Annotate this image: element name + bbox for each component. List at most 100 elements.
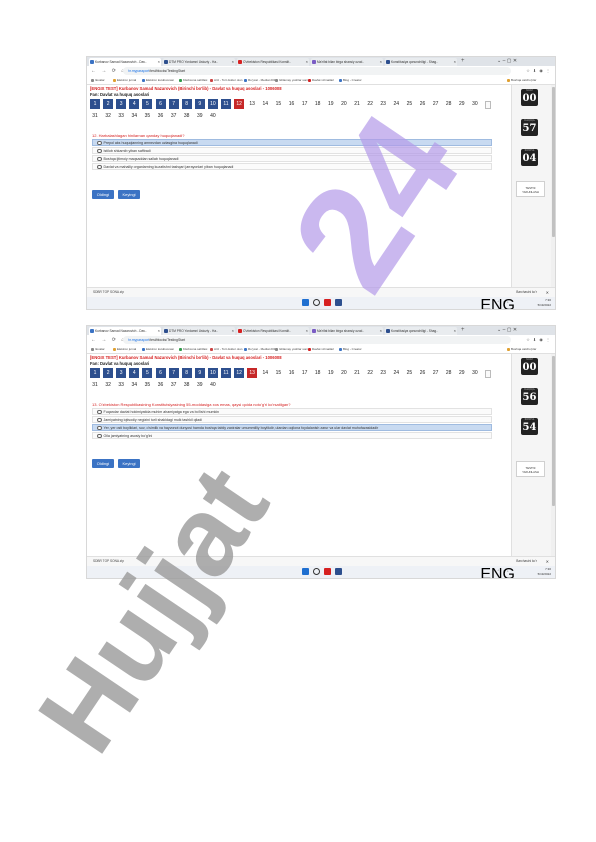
tab-close-icon[interactable]: × <box>454 327 456 335</box>
question-number-button[interactable]: 24 <box>391 368 401 378</box>
radio-icon[interactable] <box>97 425 102 430</box>
answer-option[interactable]: Davlat va mahalliy organlarning kuzatish… <box>92 163 492 170</box>
tab-close-icon[interactable]: × <box>232 58 234 66</box>
bookmark-item[interactable]: Blog - Creator <box>339 77 362 83</box>
bookmark-item[interactable]: Ilovalar <box>91 77 105 83</box>
system-clock[interactable]: 7:30 5/19/2022 <box>538 567 551 577</box>
browser-tab[interactable]: Ma'rifat bilan birga shaxsiy ozod.. × <box>311 327 383 335</box>
previous-button[interactable]: Oldingi <box>92 190 114 199</box>
download-item[interactable]: SDBR TOP SONA.zip <box>93 558 124 565</box>
question-number-button[interactable]: 33 <box>116 111 126 121</box>
next-button[interactable]: Keyingi <box>118 190 140 199</box>
bookmark-item[interactable]: Elektron jurnal <box>113 346 136 352</box>
question-number-button[interactable]: 32 <box>103 380 113 390</box>
browser-tab[interactable]: Kurbanov Samad Nazarovich - Dav.. × <box>89 58 161 66</box>
answer-option[interactable]: Fuqarolar davlat hokimiyatida muhim aham… <box>92 408 492 415</box>
radio-icon[interactable] <box>97 409 102 414</box>
tab-close-icon[interactable]: × <box>158 58 160 66</box>
browser-actions-icon[interactable]: ☆ ⬇ ◉ ⋮ <box>526 336 551 344</box>
bookmark-item[interactable]: Boshqa xatcho'plar <box>507 77 536 83</box>
system-clock[interactable]: 7:30 5/19/2022 <box>538 298 551 308</box>
question-scroll-handle[interactable] <box>485 370 491 378</box>
finish-test-button[interactable]: TESTNI YAKUNLASH <box>516 461 545 477</box>
question-number-button[interactable]: 16 <box>287 99 297 109</box>
question-number-button[interactable]: 32 <box>103 111 113 121</box>
question-number-button[interactable]: 21 <box>352 99 362 109</box>
question-number-button[interactable]: 40 <box>208 111 218 121</box>
question-number-button[interactable]: 22 <box>365 99 375 109</box>
question-number-button[interactable]: 27 <box>431 368 441 378</box>
search-icon[interactable] <box>313 568 320 575</box>
question-number-button[interactable]: 9 <box>194 368 205 378</box>
radio-icon[interactable] <box>97 156 102 161</box>
tab-close-icon[interactable]: × <box>158 327 160 335</box>
file-explorer-icon[interactable] <box>335 568 342 575</box>
question-number-button[interactable]: 40 <box>208 380 218 390</box>
close-downloads-icon[interactable]: ✕ <box>546 289 549 296</box>
question-number-button[interactable]: 22 <box>365 368 375 378</box>
browser-tab[interactable]: O'zbekiston Respublikasi Konstit.. × <box>237 327 309 335</box>
bookmark-item[interactable]: Blog - Creator <box>339 346 362 352</box>
question-number-button[interactable]: 36 <box>156 111 166 121</box>
question-number-button[interactable]: 11 <box>221 99 231 109</box>
answer-option[interactable]: Boshqa ijtimoiy maqsaddan sallab huquqla… <box>92 155 492 162</box>
bookmark-item[interactable]: Ariz - Tort doktor olun <box>210 77 242 83</box>
question-number-button[interactable]: 14 <box>260 368 270 378</box>
radio-icon[interactable] <box>97 164 102 169</box>
question-number-button[interactable]: 14 <box>260 99 270 109</box>
answer-option[interactable]: Prepol aks huquqlanning amnezdan uzlasgi… <box>92 139 492 146</box>
question-number-button[interactable]: 30 <box>470 368 480 378</box>
question-number-button[interactable]: 19 <box>326 368 336 378</box>
question-number-button[interactable]: 7 <box>168 368 179 378</box>
question-number-button[interactable]: 10 <box>207 99 218 109</box>
answer-option[interactable]: Istilob shkarnib yiban saffiradi <box>92 147 492 154</box>
question-number-button[interactable]: 17 <box>300 99 310 109</box>
bookmark-item[interactable]: Ro'yxat - Mediat 2019 <box>244 77 277 83</box>
window-controls-icon[interactable]: ⌄ – ▢ ✕ <box>497 57 517 66</box>
question-number-button[interactable]: 29 <box>457 368 467 378</box>
question-number-button[interactable]: 3 <box>116 368 127 378</box>
question-number-button[interactable]: 37 <box>169 111 179 121</box>
question-number-button[interactable]: 1 <box>90 99 100 109</box>
question-number-button[interactable]: 2 <box>103 99 114 109</box>
file-explorer-icon[interactable] <box>335 299 342 306</box>
question-number-button[interactable]: 26 <box>418 99 428 109</box>
question-number-button[interactable]: 3 <box>116 99 127 109</box>
question-number-button[interactable]: 34 <box>129 380 139 390</box>
url-field[interactable]: hr.mypassport/test/blocks/TestingStart <box>123 336 511 344</box>
previous-button[interactable]: Oldingi <box>92 459 114 468</box>
question-number-button[interactable]: 5 <box>142 99 153 109</box>
tab-close-icon[interactable]: × <box>232 327 234 335</box>
new-tab-icon[interactable]: + <box>461 57 465 66</box>
search-icon[interactable] <box>313 299 320 306</box>
question-number-button[interactable]: 5 <box>142 368 153 378</box>
answer-option[interactable]: Oila jamiyatning asosiy bo'g'ini <box>92 432 492 439</box>
bookmark-item[interactable]: Ishlamay yoshlar soni <box>275 346 308 352</box>
question-number-button[interactable]: 1 <box>90 368 100 378</box>
question-number-button[interactable]: 8 <box>181 99 192 109</box>
question-number-button[interactable]: 21 <box>352 368 362 378</box>
question-number-button[interactable]: 23 <box>378 368 388 378</box>
question-number-button[interactable]: 19 <box>326 99 336 109</box>
browser-tab[interactable]: DTM PRO Yordamni Ustoziy - Ha.. × <box>163 58 235 66</box>
question-number-button[interactable]: 25 <box>404 99 414 109</box>
bookmark-item[interactable]: Davlat xizmatlari <box>308 77 334 83</box>
nav-buttons-icon[interactable]: ← → ⟳ ⌂ <box>91 336 126 344</box>
bookmark-item[interactable]: Davlat xizmatlari <box>308 346 334 352</box>
question-number-button[interactable]: 2 <box>103 368 114 378</box>
question-number-button[interactable]: 10 <box>207 368 218 378</box>
start-icon[interactable] <box>302 299 309 306</box>
bookmark-item[interactable]: Kitobxona sahifasi <box>179 346 207 352</box>
question-number-button[interactable]: 13 <box>247 368 258 378</box>
question-scroll-handle[interactable] <box>485 101 491 109</box>
radio-icon[interactable] <box>97 417 102 422</box>
browser-tab[interactable]: Konstitusiya qonunchiligi - Shag.. × <box>385 327 457 335</box>
question-number-button[interactable]: 39 <box>195 380 205 390</box>
show-all-downloads-link[interactable]: Barchasini ko'r <box>516 289 537 296</box>
bookmark-item[interactable]: Ro'yxat - Mediat 2019 <box>244 346 277 352</box>
question-number-button[interactable]: 30 <box>470 99 480 109</box>
chrome-icon[interactable] <box>324 568 331 575</box>
question-number-button[interactable]: 15 <box>273 99 283 109</box>
question-number-button[interactable]: 35 <box>142 111 152 121</box>
question-number-button[interactable]: 29 <box>457 99 467 109</box>
